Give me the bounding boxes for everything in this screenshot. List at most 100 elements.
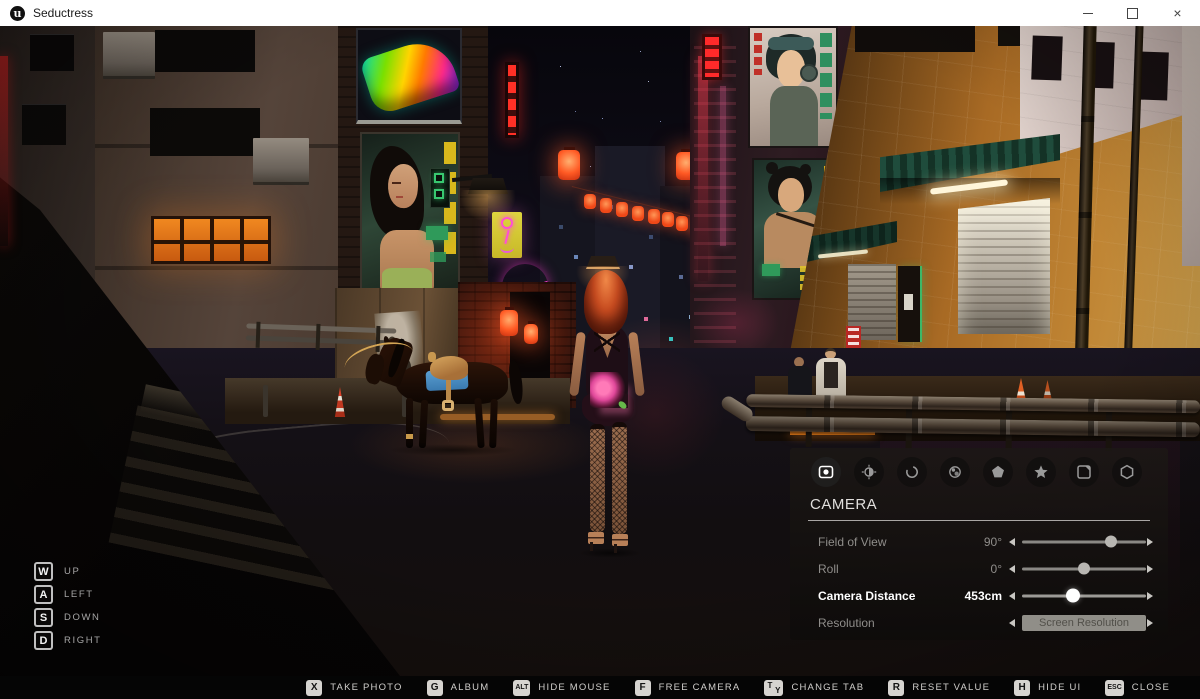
camera-settings-panel: CAMERA Field of View 90° Roll 0° Camera … — [790, 448, 1168, 640]
dotted-sphere-icon — [947, 464, 963, 480]
tab-camera[interactable] — [811, 457, 841, 487]
increase-arrow[interactable] — [1147, 592, 1153, 600]
distance-slider-track[interactable] — [1022, 594, 1146, 597]
roll-slider-track[interactable] — [1022, 567, 1146, 570]
camera-row-camera-distance: Camera Distance 453cm — [790, 582, 1168, 609]
pentagon-icon — [990, 464, 1006, 480]
red-lantern — [632, 206, 644, 221]
resolution-selector[interactable]: Screen Resolution — [1022, 615, 1146, 631]
tab-color[interactable] — [940, 457, 970, 487]
hint-up: W UP — [34, 562, 102, 581]
next-option-arrow[interactable] — [1147, 619, 1153, 627]
key-alt-icon: ALT — [513, 680, 530, 696]
fov-slider-handle[interactable] — [1105, 536, 1117, 548]
key-s: S — [34, 608, 53, 627]
star-icon — [1033, 464, 1049, 480]
red-edge-glow — [0, 56, 8, 246]
red-lantern — [600, 198, 612, 213]
billboard-cyberpunk-girl-left — [360, 132, 460, 314]
maximize-button[interactable] — [1110, 0, 1155, 26]
minimize-button[interactable] — [1065, 0, 1110, 26]
fov-slider-track[interactable] — [1022, 540, 1146, 543]
hint-down: S DOWN — [34, 608, 102, 627]
camera-row-roll: Roll 0° — [790, 555, 1168, 582]
red-lantern — [648, 209, 660, 224]
hotkey-change-tab[interactable]: TY CHANGE TAB — [764, 680, 864, 696]
tab-filters[interactable] — [1112, 457, 1142, 487]
increase-arrow[interactable] — [1147, 565, 1153, 573]
lit-window — [151, 216, 271, 264]
roller-shutter — [958, 198, 1050, 334]
hint-right: D RIGHT — [34, 631, 102, 650]
tab-vignette[interactable] — [897, 457, 927, 487]
red-lantern — [584, 194, 596, 209]
hotkey-album[interactable]: G ALBUM — [427, 680, 490, 696]
previous-option-arrow[interactable] — [1009, 619, 1015, 627]
camera-row-resolution: Resolution Screen Resolution — [790, 609, 1168, 636]
row-value: 0° — [991, 562, 1002, 576]
key-x-icon: X — [306, 680, 322, 696]
row-label: Resolution — [818, 616, 875, 630]
divider — [808, 520, 1150, 521]
contrast-icon — [861, 464, 877, 480]
frame-icon — [1076, 464, 1092, 480]
hotkey-take-photo[interactable]: X TAKE PHOTO — [306, 680, 402, 696]
decrease-arrow[interactable] — [1009, 538, 1015, 546]
window-title: Seductress — [33, 6, 93, 20]
hotkey-free-camera[interactable]: F FREE CAMERA — [635, 680, 741, 696]
roll-slider-handle[interactable] — [1078, 563, 1090, 575]
unreal-engine-icon: u — [10, 6, 25, 21]
key-t-y-icon: TY — [764, 680, 783, 696]
tab-effects[interactable] — [983, 457, 1013, 487]
movement-hints: W UP A LEFT S DOWN D RIGHT — [34, 562, 102, 654]
hotkey-reset-value[interactable]: R RESET VALUE — [888, 680, 990, 696]
red-lantern — [500, 310, 518, 336]
red-vertical-neon-sign — [505, 62, 519, 138]
photo-mode-tabs — [790, 448, 1168, 487]
hotkey-hide-ui[interactable]: H HIDE UI — [1014, 680, 1081, 696]
decrease-arrow[interactable] — [1009, 565, 1015, 573]
key-d: D — [34, 631, 53, 650]
row-label: Field of View — [818, 535, 886, 549]
hint-left: A LEFT — [34, 585, 102, 604]
billboard-sneaker — [356, 28, 462, 124]
key-a: A — [34, 585, 53, 604]
close-button[interactable]: × — [1155, 0, 1200, 26]
hotkey-hide-mouse[interactable]: ALT HIDE MOUSE — [513, 680, 610, 696]
arc-icon — [904, 464, 920, 480]
minimize-icon — [1083, 13, 1093, 14]
green-awning-small — [802, 221, 897, 263]
key-esc-icon: ESC — [1105, 680, 1123, 696]
horse — [368, 338, 533, 460]
camera-row-field-of-view: Field of View 90° — [790, 528, 1168, 555]
decrease-arrow[interactable] — [1009, 592, 1015, 600]
row-value: 90° — [984, 535, 1002, 549]
player-character — [560, 254, 656, 542]
red-lantern — [676, 216, 688, 231]
red-lantern — [558, 150, 580, 180]
maximize-icon — [1127, 8, 1138, 19]
tab-exposure[interactable] — [854, 457, 884, 487]
increase-arrow[interactable] — [1147, 538, 1153, 546]
building-left-main — [95, 26, 350, 368]
tab-favorites[interactable] — [1026, 457, 1056, 487]
window-titlebar: u Seductress × — [0, 0, 1200, 26]
bollard — [263, 385, 268, 417]
key-g-icon: G — [427, 680, 443, 696]
rose-neon-sign — [492, 212, 522, 258]
red-lantern — [616, 202, 628, 217]
row-label: Camera Distance — [818, 589, 915, 603]
key-h-icon: H — [1014, 680, 1030, 696]
metal-guardrail — [746, 390, 1200, 452]
distance-slider-handle[interactable] — [1066, 589, 1080, 603]
hotkey-bar: X TAKE PHOTO G ALBUM ALT HIDE MOUSE F FR… — [0, 676, 1200, 699]
viewfinder-icon — [818, 464, 834, 480]
billboard-cyborg-girl-top — [748, 26, 838, 148]
panel-title: CAMERA — [810, 496, 1168, 513]
hotkey-close[interactable]: ESC CLOSE — [1105, 680, 1170, 696]
tab-frame[interactable] — [1069, 457, 1099, 487]
green-neon-sign — [430, 168, 450, 208]
row-label: Roll — [818, 562, 839, 576]
key-w: W — [34, 562, 53, 581]
key-f-icon: F — [635, 680, 651, 696]
